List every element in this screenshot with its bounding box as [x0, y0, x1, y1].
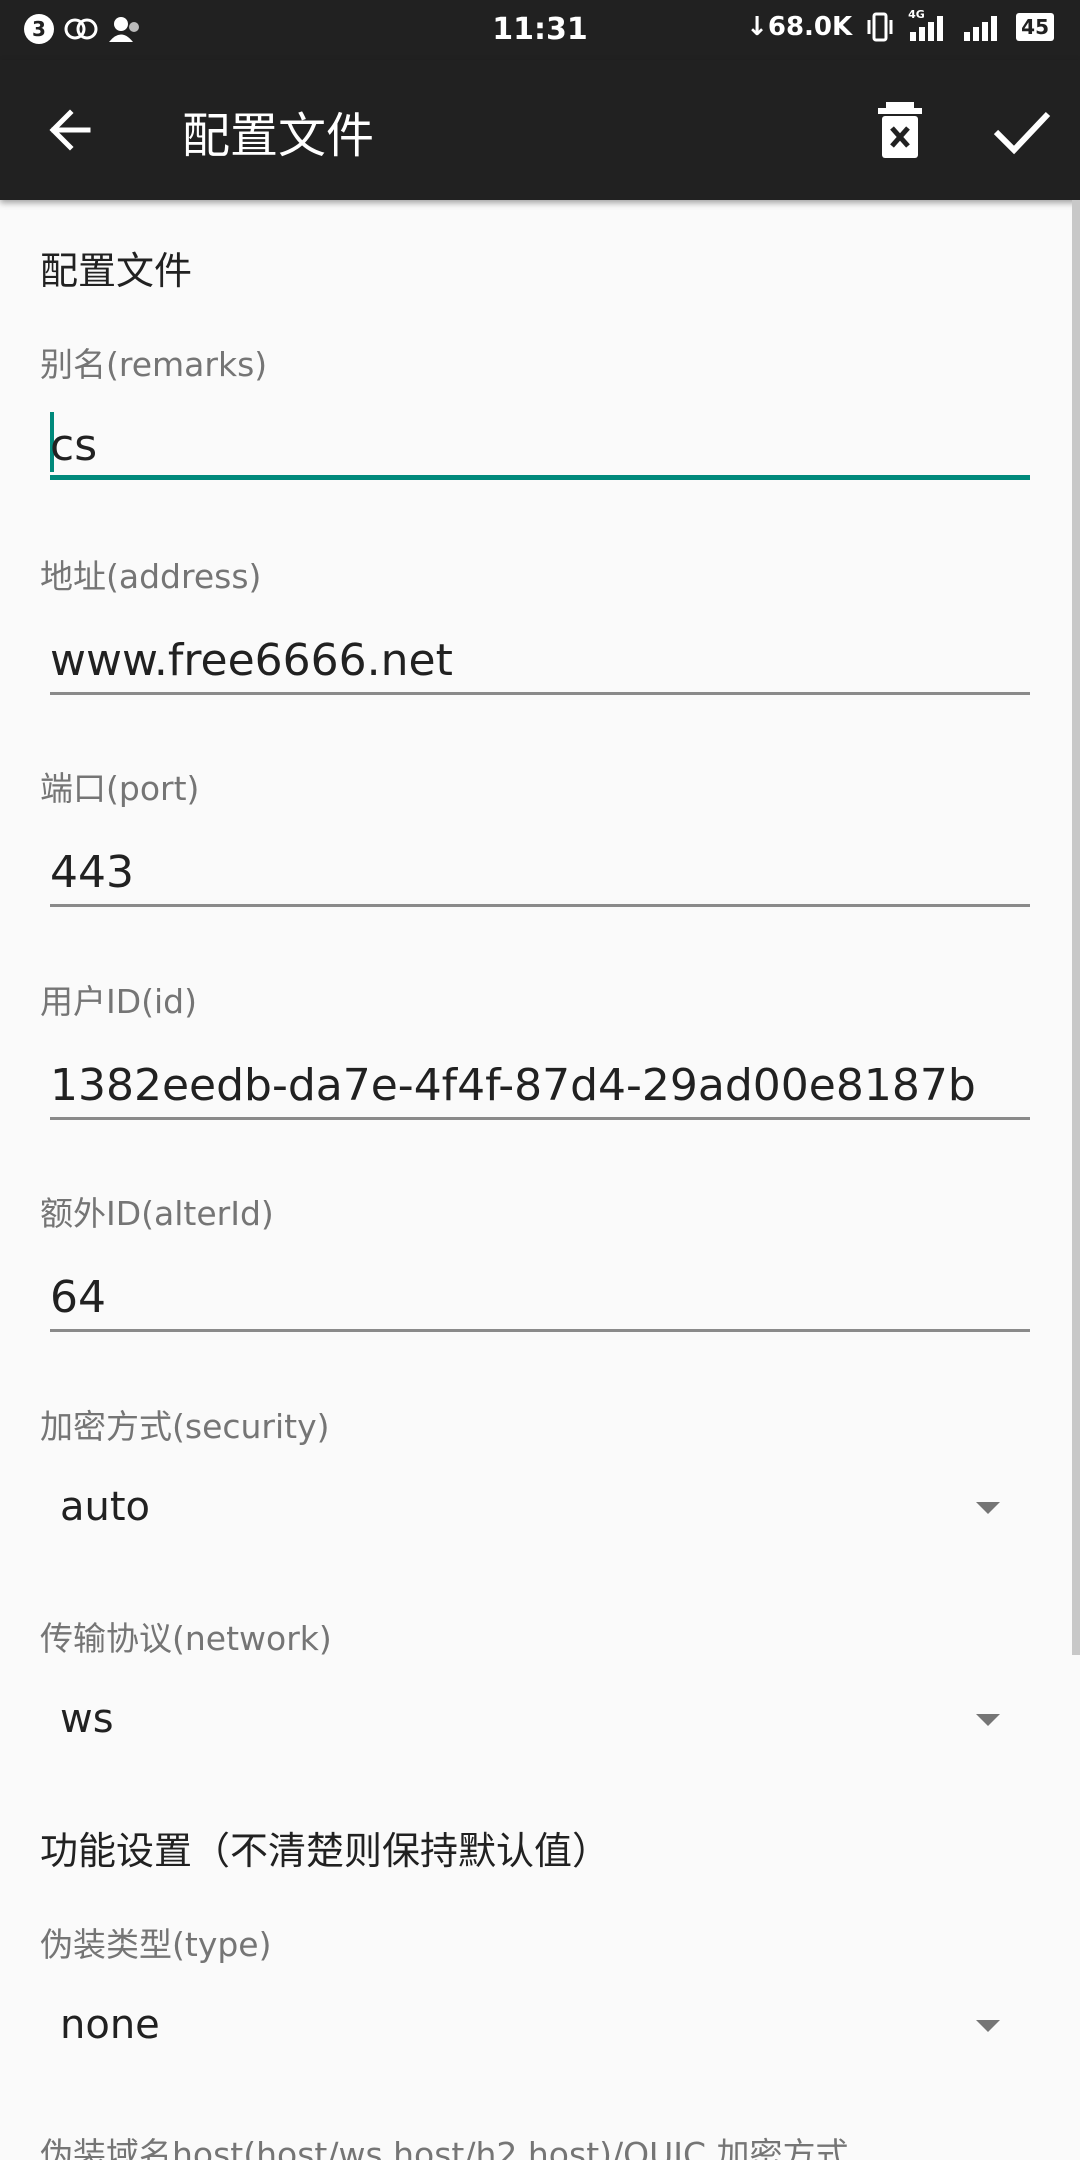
download-speed: ↓68.0K	[746, 12, 853, 42]
dropdown-arrow-icon	[976, 2020, 1000, 2032]
network-value: ws	[60, 1696, 114, 1742]
type-value: none	[60, 2002, 160, 2048]
status-icons-right: ↓68.0K 4G 45	[746, 8, 1054, 42]
delete-icon[interactable]	[870, 98, 930, 162]
status-bar: 3 11:31 ↓68.0K 4G 45	[0, 0, 1080, 60]
alter-id-label: 额外ID(alterId)	[40, 1194, 274, 1233]
address-input[interactable]: www.free6666.net	[50, 625, 1030, 695]
port-label: 端口(port)	[40, 769, 200, 808]
port-value: 443	[50, 847, 134, 898]
signal-icon	[964, 16, 998, 41]
scrollbar[interactable]	[1072, 200, 1080, 1655]
alter-id-input[interactable]: 64	[50, 1262, 1030, 1332]
user-id-label: 用户ID(id)	[40, 982, 198, 1021]
security-dropdown[interactable]: auto	[60, 1470, 1020, 1550]
check-icon[interactable]	[990, 100, 1054, 160]
battery-icon: 45	[1016, 13, 1054, 41]
network-dropdown[interactable]: ws	[60, 1682, 1020, 1762]
back-arrow-icon[interactable]	[40, 100, 100, 160]
signal-4g-icon: 4G	[908, 8, 948, 42]
port-input[interactable]: 443	[50, 837, 1030, 907]
remarks-label: 别名(remarks)	[40, 345, 268, 384]
type-label: 伪装类型(type)	[40, 1925, 272, 1964]
profile-form: 配置文件 别名(remarks) cs 地址(address) www.free…	[0, 200, 1080, 2160]
remarks-input[interactable]: cs	[50, 410, 1030, 480]
toolbar: 配置文件	[0, 60, 1080, 200]
user-id-value: 1382eedb-da7e-4f4f-87d4-29ad00e8187b	[50, 1060, 976, 1111]
section-title-profile: 配置文件	[40, 249, 193, 293]
dropdown-arrow-icon	[976, 1714, 1000, 1726]
user-id-input[interactable]: 1382eedb-da7e-4f4f-87d4-29ad00e8187b	[50, 1050, 1030, 1120]
network-label: 传输协议(network)	[40, 1619, 332, 1658]
security-label: 加密方式(security)	[40, 1407, 330, 1446]
security-value: auto	[60, 1484, 151, 1530]
vibrate-icon	[867, 12, 893, 42]
toolbar-title: 配置文件	[182, 108, 375, 164]
host-label: 伪装域名host(host/ws host/h2 host)/QUIC 加密方式	[40, 2135, 849, 2160]
remarks-value: cs	[50, 420, 98, 471]
address-label: 地址(address)	[40, 557, 262, 596]
alter-id-value: 64	[50, 1272, 106, 1323]
type-dropdown[interactable]: none	[60, 1988, 1020, 2068]
download-arrow-icon: ↓	[746, 12, 768, 42]
section-title-advanced: 功能设置（不清楚则保持默认值）	[40, 1829, 611, 1873]
address-value: www.free6666.net	[50, 635, 453, 686]
dropdown-arrow-icon	[976, 1502, 1000, 1514]
